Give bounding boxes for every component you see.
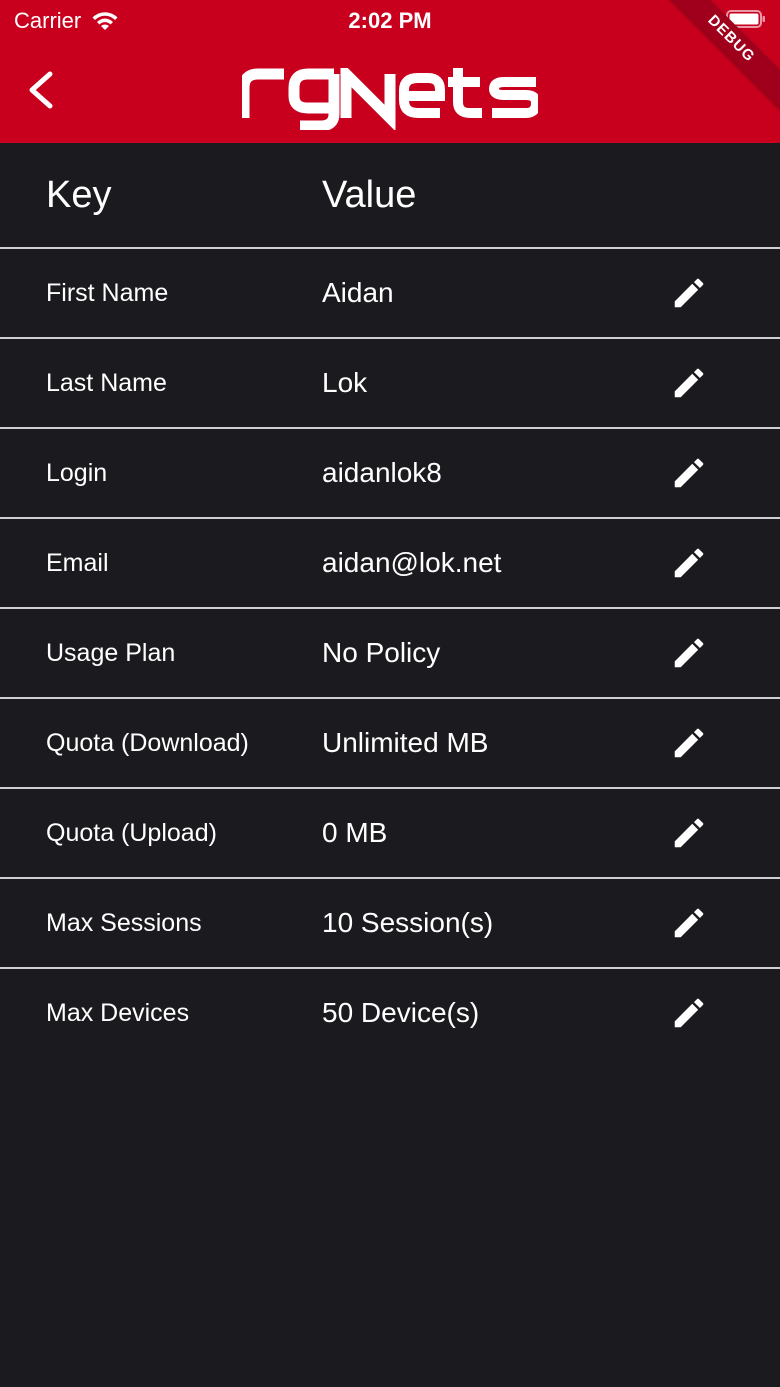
table-row-4: Usage Plan No Policy: [0, 609, 780, 699]
table-row-1: Last Name Lok: [0, 339, 780, 429]
status-time: 2:02 PM: [348, 8, 432, 33]
row-value: 10 Session(s): [322, 907, 494, 938]
edit-pencil-icon[interactable]: [670, 364, 708, 402]
edit-pencil-icon[interactable]: [670, 904, 708, 942]
row-key-label: Usage Plan: [46, 638, 176, 667]
app-header: Carrier 2:02 PM DEBUG: [0, 0, 780, 143]
row-value: No Policy: [322, 637, 441, 668]
table-row-6: Quota (Upload) 0 MB: [0, 789, 780, 879]
table-row-7: Max Sessions 10 Session(s): [0, 879, 780, 969]
row-key-label: Max Sessions: [46, 908, 202, 937]
row-key-label: Quota (Download): [46, 728, 249, 757]
chevron-left-icon: [29, 71, 53, 109]
edit-pencil-icon[interactable]: [670, 544, 708, 582]
table-row-2: Login aidanlok8: [0, 429, 780, 519]
row-key-label: Login: [46, 458, 108, 487]
user-details-list: First Name Aidan Last Name Lok Login aid…: [0, 249, 780, 1057]
brand-logo: [242, 68, 538, 130]
row-value: Unlimited MB: [322, 727, 489, 758]
row-value: aidan@lok.net: [322, 547, 502, 578]
edit-pencil-icon[interactable]: [670, 274, 708, 312]
row-key-label: Max Devices: [46, 998, 190, 1027]
row-key-label: Last Name: [46, 368, 167, 397]
row-key-label: Quota (Upload): [46, 818, 217, 847]
row-value: 0 MB: [322, 817, 388, 848]
edit-pencil-icon[interactable]: [670, 814, 708, 852]
back-button[interactable]: [22, 68, 62, 112]
edit-pencil-icon[interactable]: [670, 454, 708, 492]
row-key-label: Email: [46, 548, 109, 577]
table-row-0: First Name Aidan: [0, 249, 780, 339]
row-value: Aidan: [322, 277, 394, 308]
table-row-8: Max Devices 50 Device(s): [0, 969, 780, 1057]
edit-pencil-icon[interactable]: [670, 994, 708, 1032]
edit-pencil-icon[interactable]: [670, 634, 708, 672]
table-row-3: Email aidan@lok.net: [0, 519, 780, 609]
row-value: 50 Device(s): [322, 997, 480, 1028]
row-value: Lok: [322, 367, 368, 398]
value-column-header: Value: [322, 173, 417, 216]
row-value: aidanlok8: [322, 457, 442, 488]
table-row-5: Quota (Download) Unlimited MB: [0, 699, 780, 789]
key-column-header: Key: [46, 173, 112, 216]
edit-pencil-icon[interactable]: [670, 724, 708, 762]
table-header: Key Value: [0, 143, 780, 249]
row-key-label: First Name: [46, 278, 169, 307]
status-bar: Carrier 2:02 PM: [0, 0, 780, 40]
